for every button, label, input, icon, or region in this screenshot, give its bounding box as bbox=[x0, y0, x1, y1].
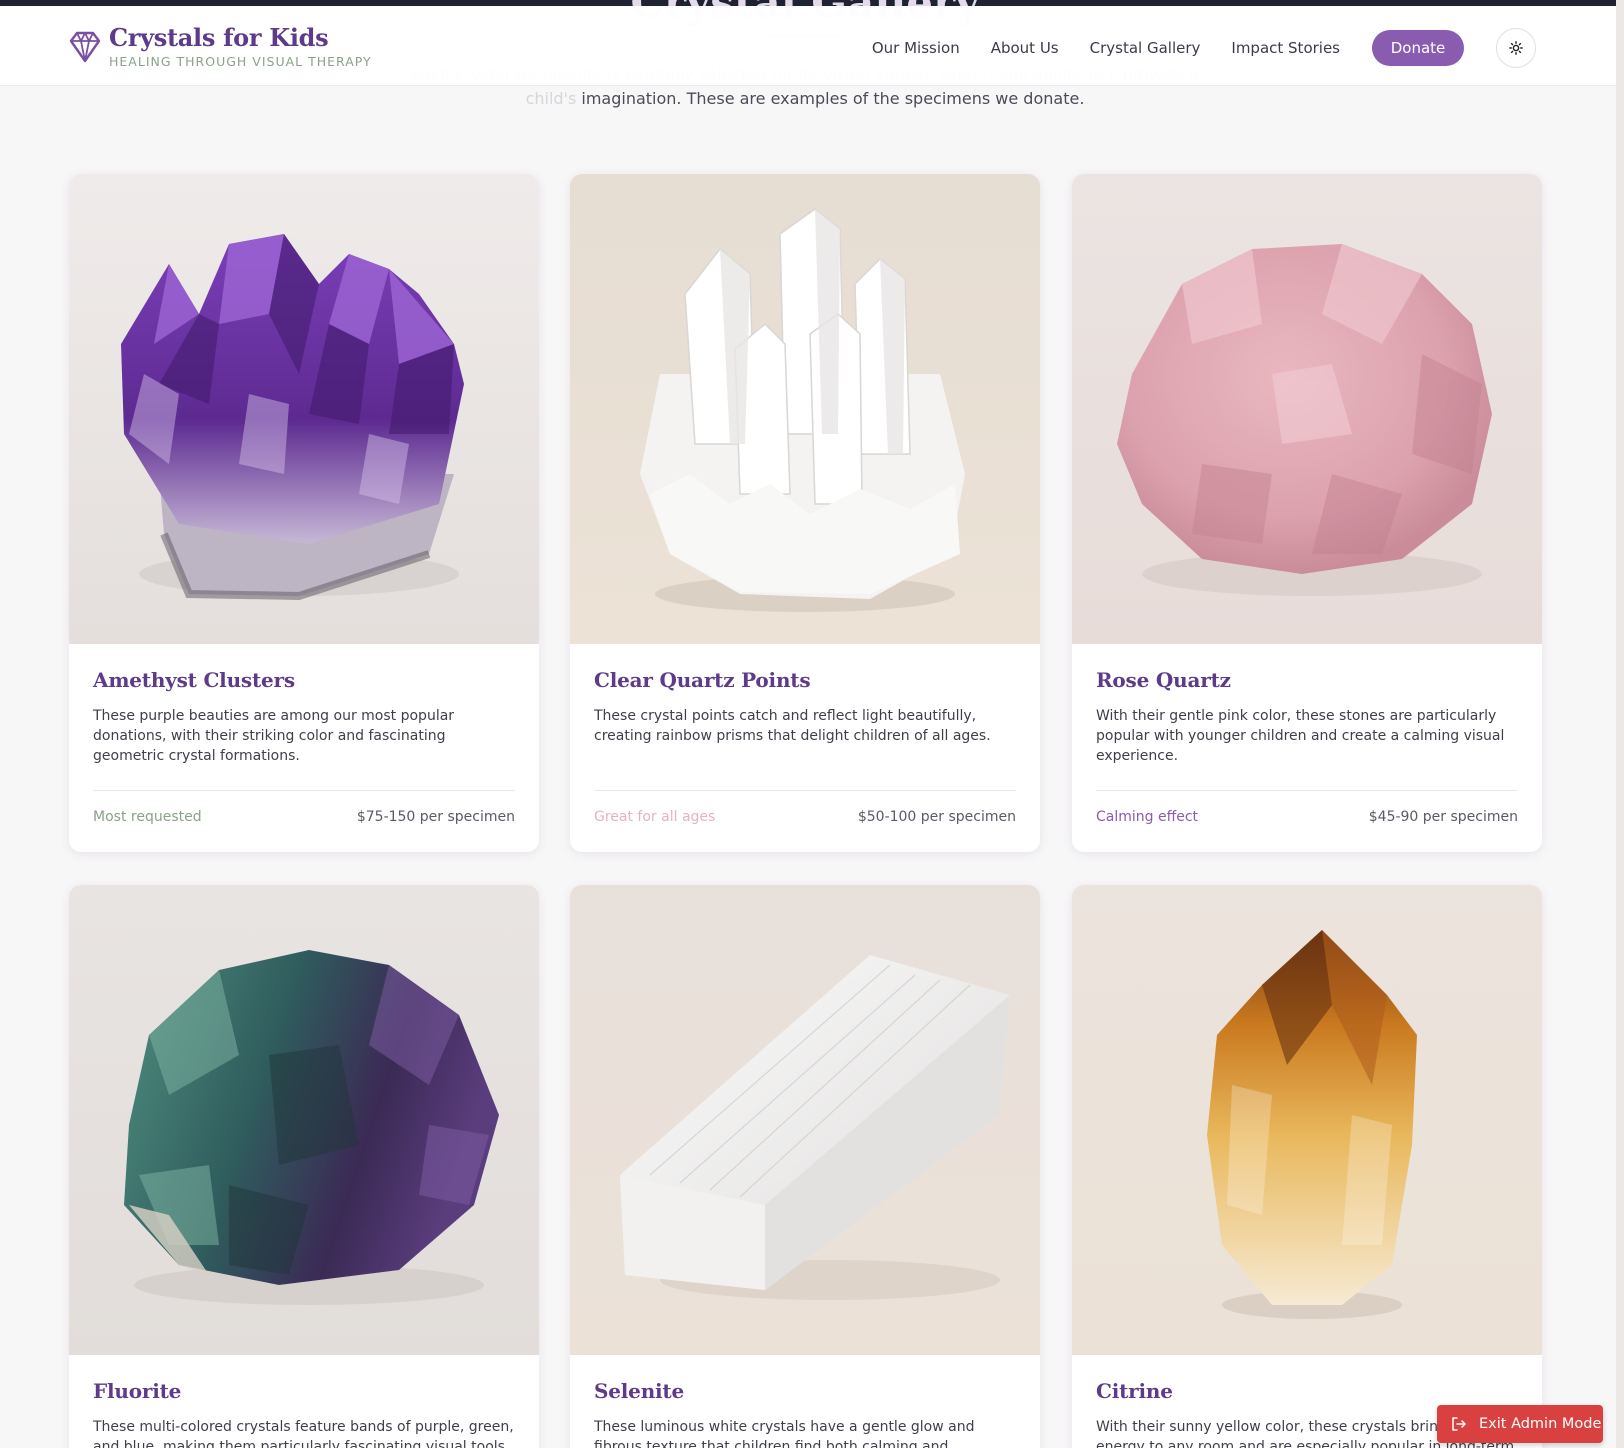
crystal-card-tag: Calming effect bbox=[1096, 809, 1199, 825]
crystal-card-tag: Great for all ages bbox=[594, 809, 716, 825]
main-nav: Our Mission About Us Crystal Gallery Imp… bbox=[841, 28, 1536, 68]
crystal-card-footer: Calming effect $45-90 per specimen bbox=[1096, 790, 1518, 852]
brand-name: Crystals for Kids bbox=[109, 23, 329, 52]
crystal-card-tag: Most requested bbox=[93, 809, 202, 825]
crystal-card-fluorite[interactable]: Fluorite These multi-colored crystals fe… bbox=[69, 885, 539, 1448]
citrine-image bbox=[1072, 885, 1542, 1355]
crystal-card-price: $50-100 per specimen bbox=[857, 809, 1016, 825]
donate-button[interactable]: Donate bbox=[1372, 30, 1464, 66]
gem-icon bbox=[69, 31, 101, 63]
crystal-card-description: These purple beauties are among our most… bbox=[93, 708, 455, 764]
crystal-card-title: Clear Quartz Points bbox=[594, 668, 811, 692]
site-header: Crystals for Kids HEALING THROUGH VISUAL… bbox=[0, 6, 1616, 86]
crystal-card-title: Selenite bbox=[594, 1379, 684, 1403]
sign-out-icon bbox=[1452, 1417, 1466, 1431]
exit-admin-mode-button[interactable]: Exit Admin Mode bbox=[1437, 1405, 1603, 1443]
clear-quartz-image bbox=[570, 174, 1040, 644]
crystal-card-clear-quartz[interactable]: Clear Quartz Points These crystal points… bbox=[570, 174, 1040, 852]
brand-logo-link[interactable]: Crystals for Kids HEALING THROUGH VISUAL… bbox=[69, 24, 372, 69]
crystal-card-footer: Most requested $75-150 per specimen bbox=[93, 790, 515, 852]
crystal-card-rose-quartz[interactable]: Rose Quartz With their gentle pink color… bbox=[1072, 174, 1542, 852]
crystal-card-selenite[interactable]: Selenite These luminous white crystals h… bbox=[570, 885, 1040, 1448]
crystal-card-description: With their gentle pink color, these ston… bbox=[1096, 708, 1505, 764]
scrollbar[interactable] bbox=[1616, 0, 1624, 1448]
section-description-visible: imagination. These are examples of the s… bbox=[581, 89, 1085, 108]
amethyst-image bbox=[69, 174, 539, 644]
fluorite-image bbox=[69, 885, 539, 1355]
crystal-card-title: Citrine bbox=[1096, 1379, 1173, 1403]
crystal-card-title: Rose Quartz bbox=[1096, 668, 1231, 692]
nav-about-us[interactable]: About Us bbox=[991, 39, 1059, 57]
crystal-card-description: These luminous white crystals have a gen… bbox=[594, 1419, 975, 1448]
sun-icon bbox=[1509, 41, 1523, 55]
crystal-card-price: $45-90 per specimen bbox=[1368, 809, 1518, 825]
crystal-card-footer: Great for all ages $50-100 per specimen bbox=[594, 790, 1016, 852]
crystal-card-citrine[interactable]: Citrine With their sunny yellow color, t… bbox=[1072, 885, 1542, 1448]
rose-quartz-image bbox=[1072, 174, 1542, 644]
crystal-card-description: These crystal points catch and reflect l… bbox=[594, 708, 991, 744]
crystal-card-description: These multi-colored crystals feature ban… bbox=[93, 1419, 514, 1448]
theme-toggle-button[interactable] bbox=[1496, 28, 1536, 68]
crystal-card-title: Fluorite bbox=[93, 1379, 182, 1403]
crystal-card-title: Amethyst Clusters bbox=[93, 668, 295, 692]
crystal-card-amethyst[interactable]: Amethyst Clusters These purple beauties … bbox=[69, 174, 539, 852]
nav-our-mission[interactable]: Our Mission bbox=[872, 39, 960, 57]
exit-admin-mode-label: Exit Admin Mode bbox=[1479, 1416, 1602, 1432]
nav-crystal-gallery[interactable]: Crystal Gallery bbox=[1090, 39, 1201, 57]
crystal-card-price: $75-150 per specimen bbox=[356, 809, 515, 825]
nav-impact-stories[interactable]: Impact Stories bbox=[1231, 39, 1340, 57]
selenite-image bbox=[570, 885, 1040, 1355]
brand-tagline: HEALING THROUGH VISUAL THERAPY bbox=[109, 54, 372, 69]
